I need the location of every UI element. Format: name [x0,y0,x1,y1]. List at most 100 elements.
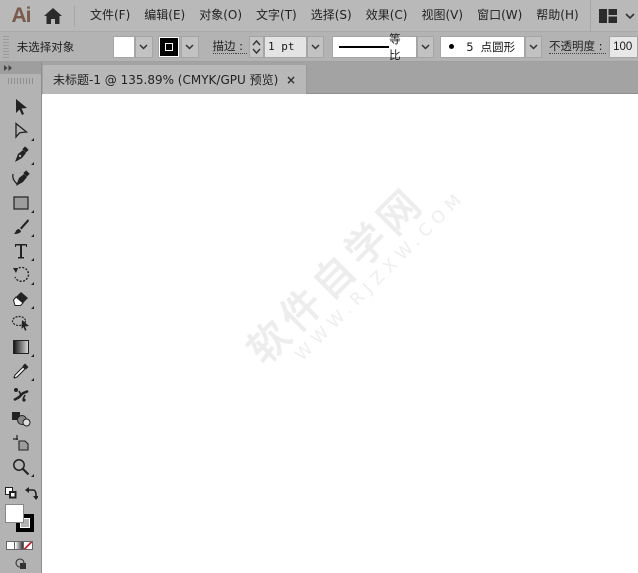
chevron-down-icon [625,12,635,19]
home-button[interactable] [38,0,68,31]
puppet-warp-tool[interactable] [8,384,34,406]
draw-mode-button[interactable] [15,558,27,570]
tool-group-indicator [31,162,34,165]
tools-panel [0,62,42,573]
stroke-profile-label: 等比 [389,31,401,62]
stroke-swatch[interactable] [157,35,180,58]
color-button[interactable] [6,541,15,550]
selection-status: 未选择对象 [16,39,75,54]
eraser-tool[interactable] [8,288,34,310]
tool-group-indicator [31,210,34,213]
stroke-weight-stepper[interactable] [248,35,265,58]
tool-group-indicator [31,282,34,285]
direct-selection-tool[interactable] [8,120,34,142]
menu-window[interactable]: 窗口(W) [470,0,529,31]
type-tool[interactable] [8,240,34,262]
artboard-tool[interactable] [8,432,34,454]
tool-group-indicator [31,234,34,237]
gradient-icon [13,340,29,354]
pen-tool[interactable] [8,144,34,166]
expand-panel-icon [4,65,12,71]
brush-definition-select[interactable]: 5 点圆形 [440,35,525,58]
none-button[interactable] [24,541,33,550]
opacity-input[interactable]: 100 [609,35,638,58]
brush-name: 点圆形 [480,39,516,54]
zoom-tool[interactable] [8,456,34,478]
magnifier-icon [13,459,30,476]
eyedropper-icon [13,363,29,379]
artboard-canvas[interactable]: 软件自学网 WWW.RJZXW.COM [42,94,638,573]
stroke-dropdown-button[interactable] [180,35,199,58]
chevron-down-icon [185,43,194,50]
stroke-control[interactable] [157,35,199,58]
selection-arrow-icon [16,99,27,115]
fill-swatch[interactable] [112,35,135,58]
menu-object[interactable]: 对象(O) [192,0,249,31]
gradient-button[interactable] [15,541,24,550]
chevron-down-icon [311,43,320,50]
pen-icon [15,146,29,162]
stepper-arrows-icon [252,39,261,54]
tools-panel-header[interactable] [0,62,41,74]
divider [74,4,75,27]
app-logo: Ai [11,3,32,27]
fill-dropdown-button[interactable] [134,35,153,58]
stroke-weight-input[interactable]: 1 pt [264,35,308,58]
default-colors-icon [5,487,17,499]
artboard-icon [13,435,29,451]
direct-selection-arrow-icon [15,122,29,139]
tool-group-indicator [31,354,34,357]
curvature-tool[interactable] [8,168,34,190]
rectangle-icon [13,196,29,210]
lasso-tool[interactable] [8,312,34,334]
home-icon [44,7,62,24]
watermark-text: 软件自学网 [239,178,435,374]
workspace-switcher-button[interactable] [590,0,638,31]
menu-view[interactable]: 视图(V) [414,0,470,31]
menu-effect[interactable]: 效果(C) [359,0,415,31]
tool-group-indicator [31,378,34,381]
document-tab-bar: 未标题-1 @ 135.89% (CMYK/GPU 预览) × [42,62,638,94]
fill-color-swatch[interactable] [5,504,24,523]
brush-dropdown-button[interactable] [524,35,542,58]
watermark: 软件自学网 WWW.RJZXW.COM [232,149,470,387]
tools-panel-grip[interactable] [8,78,33,84]
menu-help[interactable]: 帮助(H) [529,0,585,31]
menu-edit[interactable]: 编辑(E) [137,0,192,31]
stroke-weight-dropdown-button[interactable] [307,35,325,58]
lasso-icon [11,315,29,331]
chevron-down-icon [139,43,148,50]
shape-builder-tool[interactable] [8,408,34,430]
eyedropper-tool[interactable] [8,360,34,382]
menu-type[interactable]: 文字(T) [249,0,304,31]
paintbrush-icon [14,219,29,234]
variable-width-profile-select[interactable]: 等比 [332,32,417,62]
gradient-tool[interactable] [8,336,34,358]
workspace-layout-icon [599,8,617,23]
opacity-label[interactable]: 不透明度 [548,39,595,54]
swap-arrow-icon [25,487,39,500]
tool-group-indicator [31,258,34,261]
menu-select[interactable]: 选择(S) [304,0,359,31]
selection-tool[interactable] [8,96,34,118]
stroke-profile-dropdown-button[interactable] [417,35,435,58]
default-fill-stroke-button[interactable] [5,487,17,499]
rotate-icon [13,266,30,283]
brush-size: 5 [466,39,474,54]
control-bar: 未选择对象 描边 : 1 pt 等比 5 点圆形 不透明度: 100 [0,31,638,62]
menu-file[interactable]: 文件(F) [83,0,137,31]
tool-group-indicator [31,138,34,141]
draw-mode-icon [15,558,26,569]
tool-group-indicator [31,306,34,309]
fill-control[interactable] [112,35,153,58]
document-tab[interactable]: 未标题-1 @ 135.89% (CMYK/GPU 预览) × [43,65,307,94]
stroke-weight-label[interactable]: 描边 [212,39,236,54]
close-tab-button[interactable]: × [286,73,296,87]
rotate-tool[interactable] [8,264,34,286]
shape-builder-icon [12,412,31,427]
stroke-weight-value: 1 pt [268,40,295,53]
rectangle-tool[interactable] [8,192,34,214]
swap-fill-stroke-button[interactable] [25,486,39,500]
stroke-line-preview [339,45,390,48]
paintbrush-tool[interactable] [8,216,34,238]
